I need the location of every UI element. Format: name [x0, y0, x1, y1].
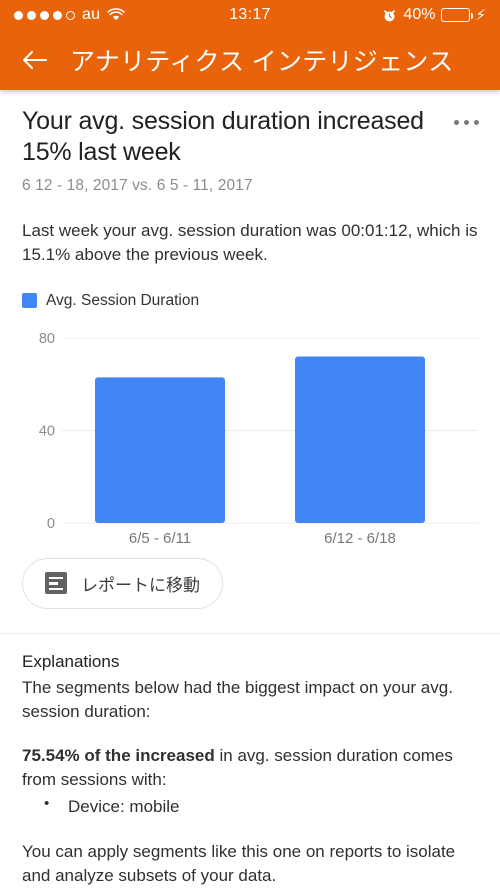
app-bar-title: アナリティクス インテリジェンス — [70, 48, 454, 76]
go-to-report-label: レポートに移動 — [81, 575, 200, 595]
card-date-range: 6 12 - 18, 2017 vs. 6 5 - 11, 2017 — [22, 176, 253, 194]
phone-screen: au 13:17 40% ⚡ アナリティクス インテリジェンス Your avg… — [0, 0, 500, 889]
back-button[interactable] — [12, 38, 56, 82]
explanations-section: Explanations The segments below had the … — [22, 634, 478, 889]
chart-x-axis-labels: 6/5 - 6/11 6/12 - 6/18 — [129, 530, 396, 544]
bar-chart: 0 40 80 6/5 - 6/11 6/12 - 6/18 — [22, 324, 478, 544]
explanations-impact: 75.54% of the increased in avg. session … — [22, 744, 478, 792]
chart-legend: Avg. Session Duration — [22, 292, 478, 310]
insight-card: Your avg. session duration increased 15%… — [0, 90, 500, 889]
app-bar: アナリティクス インテリジェンス — [0, 30, 500, 90]
impact-bold-text: 75.54% of the increased — [22, 746, 215, 766]
battery-icon — [441, 8, 474, 22]
y-tick-0: 80 — [39, 331, 55, 347]
explanations-intro: The segments below had the biggest impac… — [22, 677, 453, 721]
card-summary-text: Last week your avg. session duration was… — [22, 220, 478, 265]
status-bar: au 13:17 40% ⚡ — [0, 0, 500, 30]
x-tick-0: 6/5 - 6/11 — [129, 530, 191, 544]
chart-bars — [95, 356, 425, 523]
card-title: Your avg. session duration increased 15%… — [22, 107, 424, 167]
go-to-report-button[interactable]: レポートに移動 — [22, 557, 223, 609]
report-icon — [45, 572, 67, 595]
explanations-outro: You can apply segments like this one on … — [22, 841, 456, 885]
card-header: Your avg. session duration increased 15%… — [22, 90, 479, 195]
back-arrow-icon — [23, 51, 47, 69]
battery-percent-label: 40% — [403, 6, 436, 23]
more-options-button[interactable] — [446, 104, 486, 140]
chart-y-axis-labels: 0 40 80 — [39, 331, 55, 532]
list-item: Device: mobile — [22, 793, 478, 820]
bar-chart-svg: 0 40 80 6/5 - 6/11 6/12 - 6/18 — [39, 331, 478, 544]
lightning-bolt-icon: ⚡ — [475, 6, 486, 24]
explanations-heading: Explanations — [22, 651, 120, 671]
x-tick-1: 6/12 - 6/18 — [324, 530, 396, 544]
legend-label: Avg. Session Duration — [46, 291, 200, 309]
segment-bullet-list: Device: mobile — [22, 793, 478, 820]
bar-1 — [295, 356, 425, 523]
alarm-clock-icon — [384, 9, 396, 21]
legend-color-swatch — [22, 293, 37, 309]
status-bar-right: 40% ⚡ — [382, 6, 486, 24]
y-tick-80: 0 — [47, 516, 55, 532]
y-tick-40: 40 — [39, 423, 55, 439]
bar-0 — [95, 377, 225, 523]
report-button-row: レポートに移動 — [22, 557, 478, 609]
